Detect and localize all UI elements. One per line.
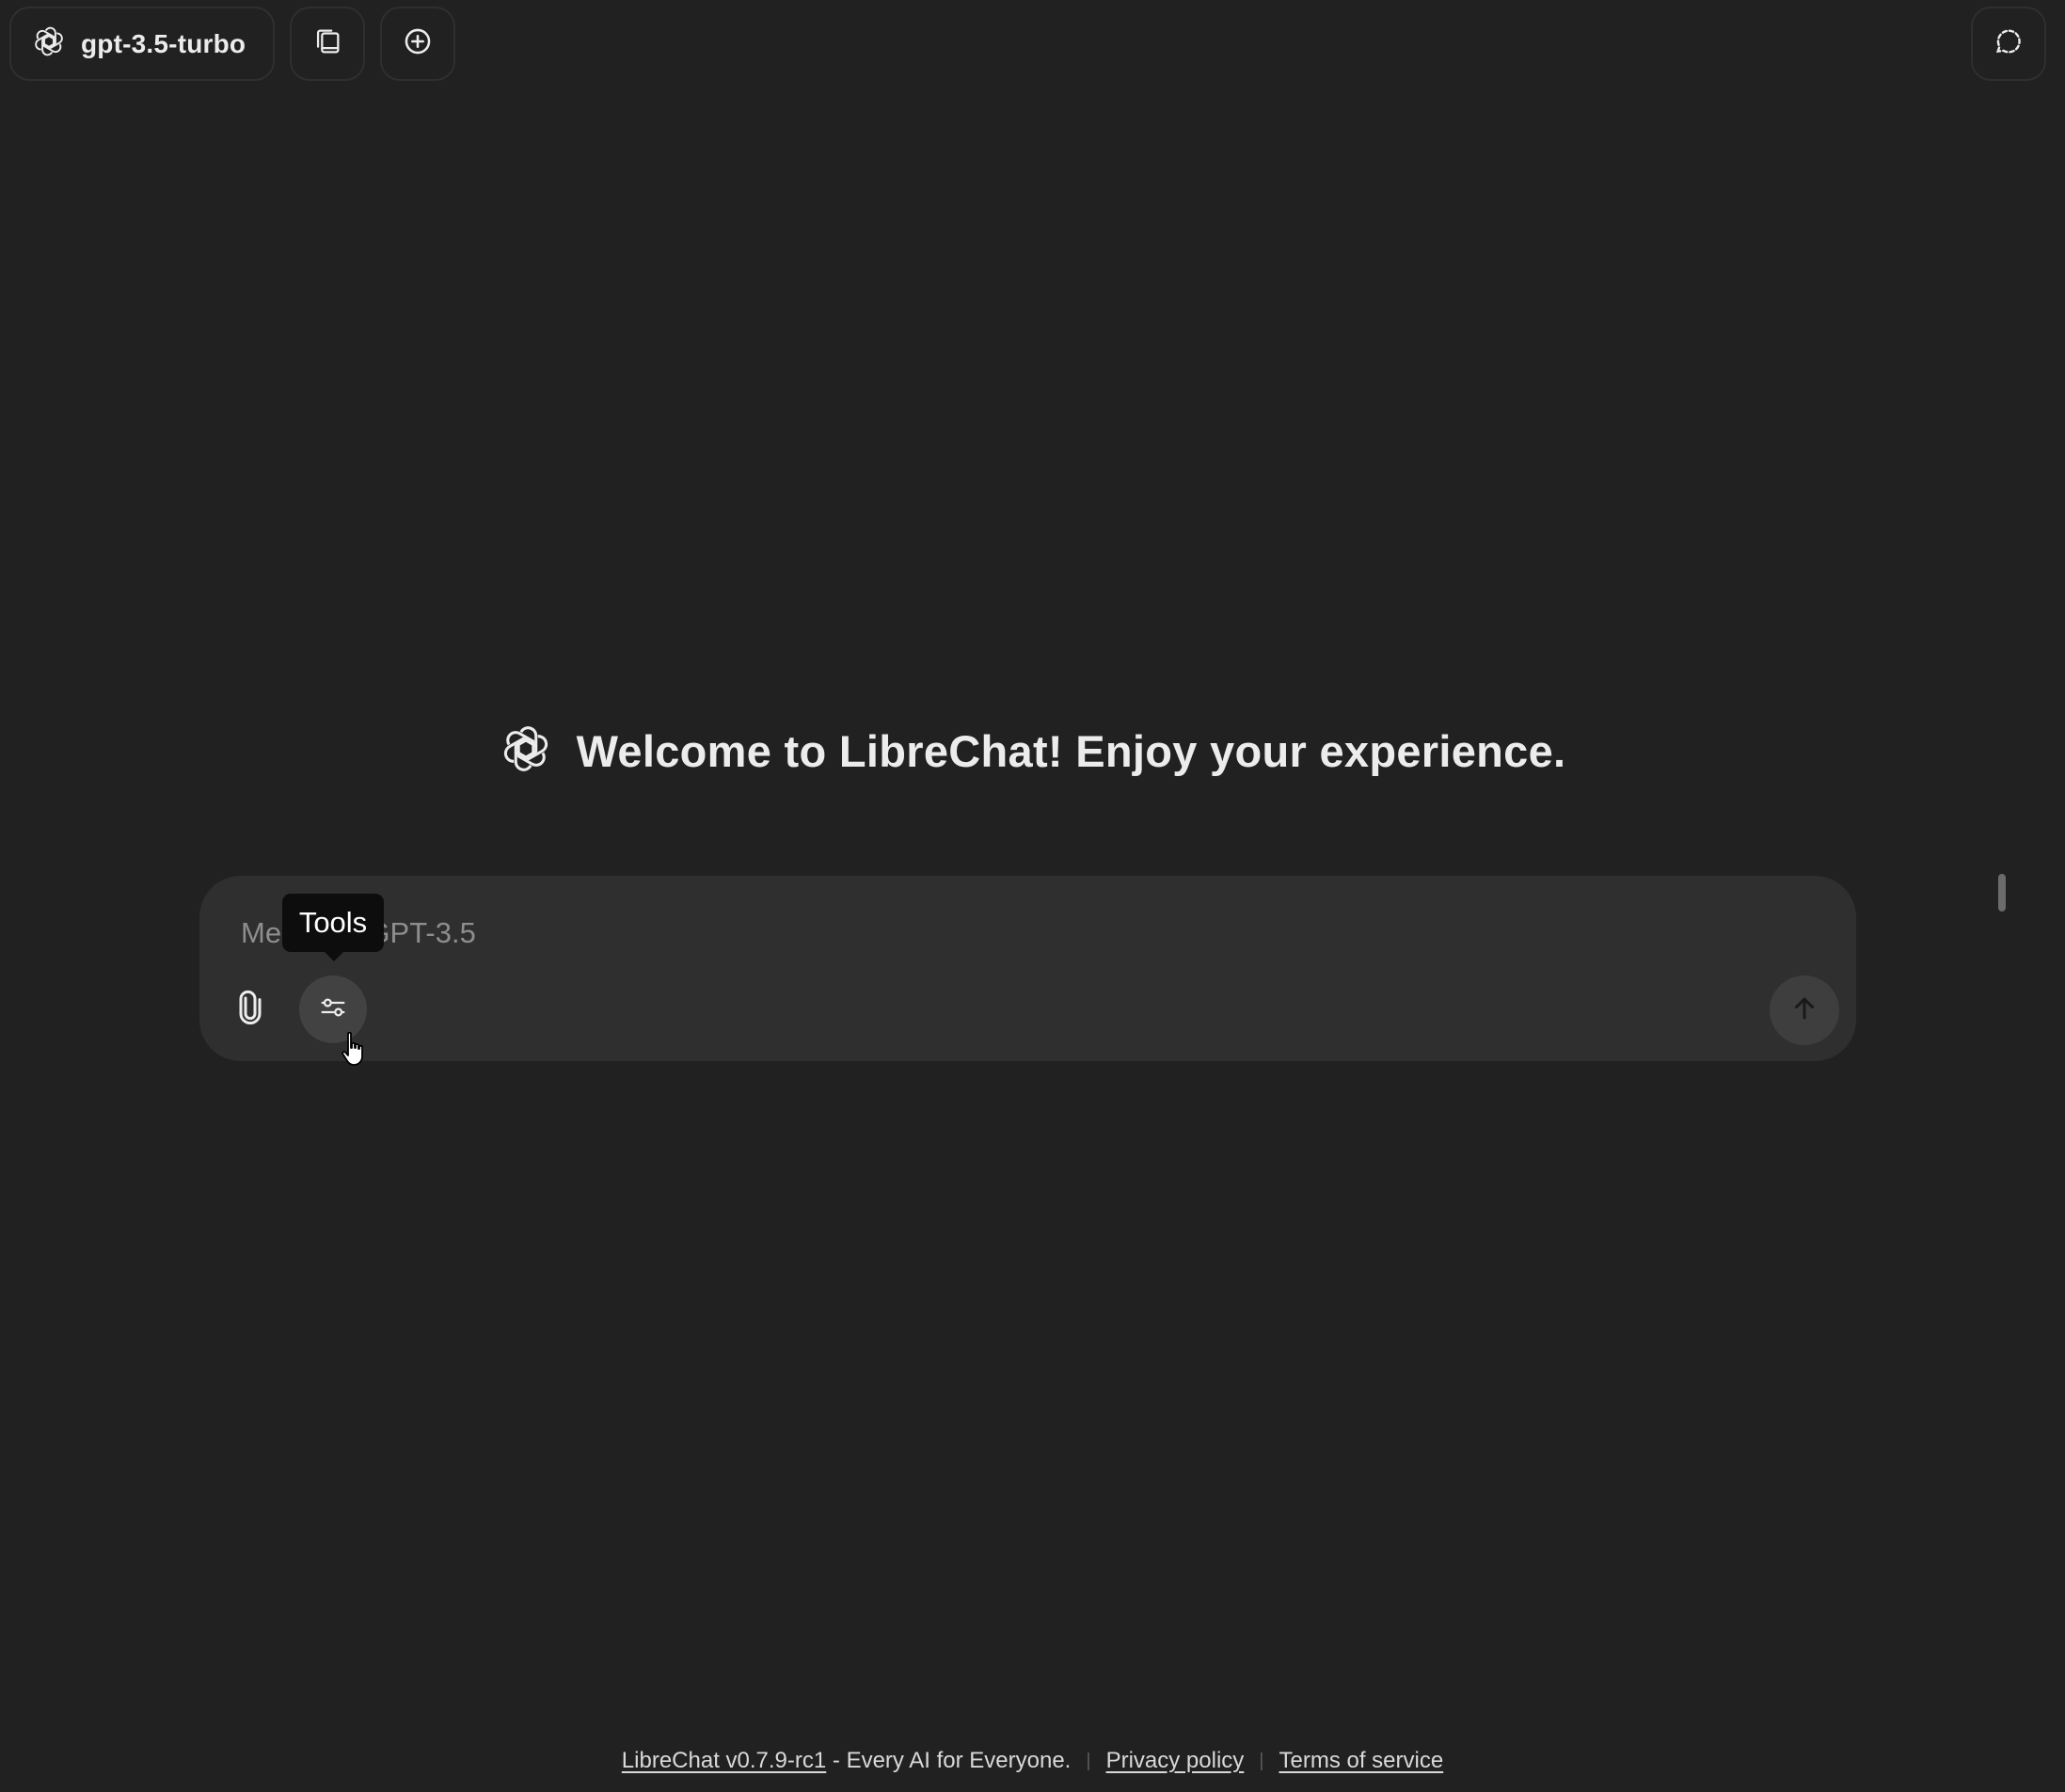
openai-logo-icon: [32, 24, 66, 63]
openai-logo-icon: [500, 722, 552, 780]
welcome-title: Welcome to LibreChat! Enjoy your experie…: [576, 726, 1566, 776]
version-link[interactable]: LibreChat v0.7.9-rc1: [622, 1748, 826, 1774]
new-chat-plus-icon: [402, 25, 434, 62]
terms-of-service-link[interactable]: Terms of service: [1279, 1748, 1443, 1774]
footer: LibreChat v0.7.9-rc1 - Every AI for Ever…: [0, 1748, 2065, 1774]
arrow-up-icon: [1788, 992, 1820, 1029]
message-composer: [199, 876, 1856, 1061]
top-bar: gpt-3.5-turbo: [0, 0, 2065, 88]
scroll-handle[interactable]: [1998, 874, 2006, 912]
sliders-icon: [317, 991, 349, 1028]
copy-conversation-icon: [311, 25, 343, 62]
temporary-chat-icon: [1993, 25, 2025, 62]
footer-tagline: - Every AI for Everyone.: [826, 1748, 1072, 1773]
tools-tooltip: Tools: [282, 894, 384, 961]
footer-separator: |: [1086, 1750, 1091, 1771]
send-button[interactable]: [1770, 975, 1839, 1045]
message-input[interactable]: [239, 910, 1791, 957]
attach-file-button[interactable]: [216, 975, 284, 1043]
model-selector-button[interactable]: gpt-3.5-turbo: [9, 7, 275, 81]
hand-pointer-cursor-icon: [339, 1031, 371, 1073]
model-label: gpt-3.5-turbo: [81, 28, 246, 58]
footer-separator: |: [1259, 1750, 1264, 1771]
privacy-policy-link[interactable]: Privacy policy: [1106, 1748, 1245, 1774]
welcome-banner: Welcome to LibreChat! Enjoy your experie…: [0, 722, 2065, 780]
temporary-chat-button[interactable]: [1971, 7, 2046, 81]
paperclip-icon: [231, 989, 269, 1031]
new-chat-button[interactable]: [380, 7, 455, 81]
copy-conversation-button[interactable]: [290, 7, 365, 81]
